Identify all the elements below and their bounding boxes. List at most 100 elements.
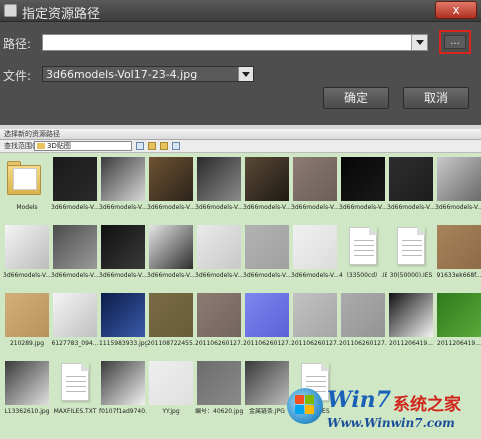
file-tile[interactable]: 编号：40620.jpg xyxy=(195,361,243,421)
file-tile[interactable]: 201106260127... xyxy=(291,293,339,353)
file-caption: 3d66models-V... xyxy=(291,272,339,279)
view-menu-icon[interactable] xyxy=(172,142,180,150)
document-icon xyxy=(53,361,97,405)
file-tile[interactable]: YY.jpg xyxy=(147,361,195,421)
image-thumbnail xyxy=(101,361,145,405)
path-dropdown-button[interactable] xyxy=(411,35,427,50)
image-thumbnail xyxy=(101,157,145,201)
image-thumbnail xyxy=(293,225,337,269)
file-tile[interactable]: 6127783_094... xyxy=(51,293,99,353)
file-tile[interactable]: 4（33500cd）.IES xyxy=(339,225,387,285)
file-tile[interactable]: 3d66models-V... xyxy=(99,157,147,217)
file-caption: 3d66models-V... xyxy=(51,204,99,211)
file-caption: 1115983933.jpg xyxy=(99,340,147,347)
watermark-brand: Win7 xyxy=(327,387,391,413)
file-caption: MAXFILES.TXT xyxy=(53,408,97,415)
file-tile[interactable]: 201108722455... xyxy=(147,293,195,353)
file-caption: 210289.jpg xyxy=(9,340,45,347)
document-icon xyxy=(341,225,385,269)
image-thumbnail xyxy=(149,293,193,337)
file-tile[interactable]: 3d66models-V... xyxy=(243,225,291,285)
file-tile[interactable]: Models xyxy=(3,157,51,217)
file-tile[interactable]: 30(50000).IES xyxy=(387,225,435,285)
file-tile[interactable]: 3d66models-V... xyxy=(435,157,481,217)
image-thumbnail xyxy=(437,225,481,269)
file-tile[interactable]: MAXFILES.TXT xyxy=(51,361,99,421)
back-icon[interactable] xyxy=(136,142,144,150)
specify-resource-path-dialog: 指定资源路径 x 路径: ... 文件: 3d66models-Vol17-23… xyxy=(0,0,481,125)
look-in-combobox[interactable]: 3D贴图 xyxy=(34,141,132,151)
image-thumbnail xyxy=(293,157,337,201)
image-thumbnail xyxy=(53,157,97,201)
image-thumbnail xyxy=(197,225,241,269)
image-thumbnail xyxy=(5,293,49,337)
file-tile[interactable]: 210289.jpg xyxy=(3,293,51,353)
file-tile[interactable]: L13362610.jpg xyxy=(3,361,51,421)
file-tile[interactable]: 3d66models-V... xyxy=(243,157,291,217)
image-thumbnail xyxy=(149,157,193,201)
browser-title: 选择新的资源路径 xyxy=(4,130,60,138)
file-tile[interactable]: 3d66models-V... xyxy=(387,157,435,217)
file-caption: L13362610.jpg xyxy=(4,408,50,415)
file-tile[interactable]: 3d66models-V... xyxy=(51,157,99,217)
file-caption: 201106260127... xyxy=(195,340,243,347)
file-tile[interactable]: 3d66models-V... xyxy=(291,225,339,285)
file-tile[interactable]: 3d66models-V... xyxy=(195,157,243,217)
image-thumbnail xyxy=(245,293,289,337)
win7-watermark: Win7 系统之家 Www.Winwin7.com xyxy=(283,380,479,437)
cancel-button[interactable]: 取消 xyxy=(403,87,469,109)
screen: 指定资源路径 x 路径: ... 文件: 3d66models-Vol17-23… xyxy=(0,0,481,439)
file-caption: 3d66models-V... xyxy=(291,204,339,211)
file-tile[interactable]: 3d66models-V... xyxy=(99,225,147,285)
file-tile[interactable]: 3d66models-V... xyxy=(3,225,51,285)
image-thumbnail xyxy=(149,361,193,405)
image-thumbnail xyxy=(101,225,145,269)
file-tile[interactable]: 3d66models-V... xyxy=(147,225,195,285)
file-combobox[interactable]: 3d66models-Vol17-23-4.jpg xyxy=(42,66,254,82)
file-caption: 201106260127... xyxy=(291,340,339,347)
up-folder-icon[interactable] xyxy=(148,142,156,150)
file-caption: f0107f1ad9740... xyxy=(99,408,147,415)
file-caption: 201108722455... xyxy=(147,340,195,347)
file-caption: 3d66models-V... xyxy=(195,272,243,279)
file-tile[interactable]: 3d66models-V... xyxy=(339,157,387,217)
browse-button[interactable]: ... xyxy=(444,35,466,49)
file-caption: 2011206419... xyxy=(437,340,481,347)
image-thumbnail xyxy=(197,361,241,405)
file-tile[interactable]: f0107f1ad9740... xyxy=(99,361,147,421)
image-thumbnail xyxy=(389,293,433,337)
browser-titlebar: 选择新的资源路径 xyxy=(0,129,481,140)
new-folder-icon[interactable] xyxy=(160,142,168,150)
file-tile[interactable]: 201106260127... xyxy=(195,293,243,353)
image-thumbnail xyxy=(53,225,97,269)
watermark-brand-suffix: 系统之家 xyxy=(393,395,461,415)
file-tile[interactable]: 91633ek668f... xyxy=(435,225,481,285)
document-icon xyxy=(389,225,433,269)
image-thumbnail xyxy=(341,157,385,201)
close-button[interactable]: x xyxy=(435,1,477,19)
image-thumbnail xyxy=(245,157,289,201)
file-tile[interactable]: 201106260127... xyxy=(243,293,291,353)
file-tile[interactable]: 3d66models-V... xyxy=(195,225,243,285)
look-in-value: 3D贴图 xyxy=(47,142,71,150)
image-thumbnail xyxy=(5,225,49,269)
file-tile[interactable]: 1115983933.jpg xyxy=(99,293,147,353)
file-dropdown-button[interactable] xyxy=(238,67,253,81)
file-caption: 3d66models-V... xyxy=(243,204,291,211)
path-combobox[interactable] xyxy=(42,34,428,51)
file-caption: 2011206419... xyxy=(389,340,433,347)
image-thumbnail xyxy=(197,293,241,337)
file-caption: YY.jpg xyxy=(162,408,180,415)
file-tile[interactable]: 3d66models-V... xyxy=(291,157,339,217)
ok-button[interactable]: 确定 xyxy=(323,87,389,109)
file-tile[interactable]: 201106260127... xyxy=(339,293,387,353)
file-tile[interactable]: 3d66models-V... xyxy=(147,157,195,217)
file-caption: 201106260127... xyxy=(243,340,291,347)
browser-toolbar: 查找范围(I): 3D贴图 xyxy=(0,140,481,153)
file-tile[interactable]: 2011206419... xyxy=(387,293,435,353)
image-thumbnail xyxy=(437,293,481,337)
dialog-titlebar: 指定资源路径 x xyxy=(0,0,481,22)
file-tile[interactable]: 2011206419... xyxy=(435,293,481,353)
file-tile[interactable]: 3d66models-V... xyxy=(51,225,99,285)
image-thumbnail xyxy=(197,157,241,201)
